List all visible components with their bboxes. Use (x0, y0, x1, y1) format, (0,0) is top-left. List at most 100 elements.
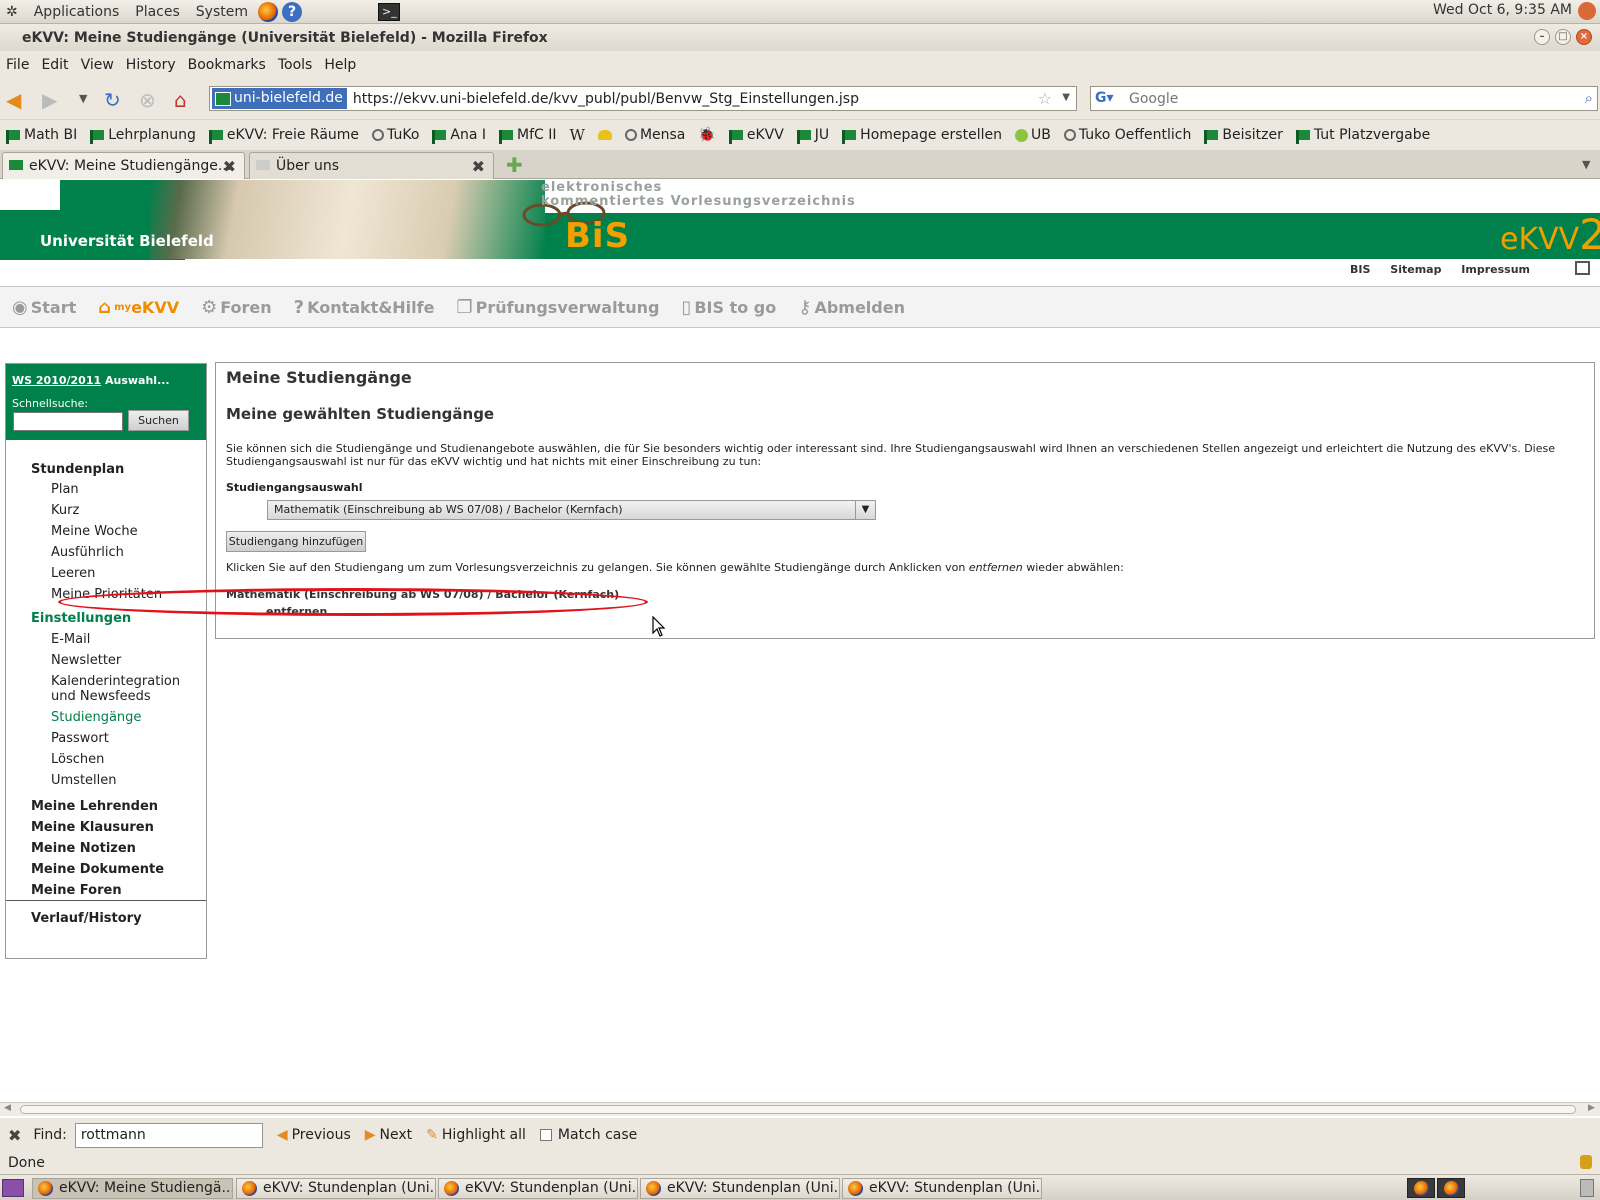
user-icon[interactable] (1578, 2, 1596, 20)
checkbox[interactable] (539, 1129, 552, 1141)
workspace-2-icon[interactable] (1437, 1178, 1465, 1198)
bookmark-star-icon[interactable]: ☆ (1038, 89, 1052, 108)
new-tab-icon[interactable]: ✚ (506, 153, 523, 177)
search-bar[interactable]: G▾ ⌕ (1090, 86, 1598, 111)
menu-file[interactable]: File (6, 57, 29, 73)
places-menu[interactable]: Places (135, 4, 180, 20)
trash-icon[interactable] (1580, 1179, 1594, 1197)
home-icon[interactable]: ⌂ (174, 88, 187, 112)
link-sitemap[interactable]: Sitemap (1390, 263, 1441, 276)
menu-tools[interactable]: Tools (278, 57, 313, 73)
bookmark-item[interactable]: Lehrplanung (90, 127, 196, 144)
taskbar-item[interactable]: eKVV: Meine Studiengä... (32, 1178, 233, 1199)
sidebar-meine-foren[interactable]: Meine Foren (31, 883, 122, 898)
search-magnifier-icon[interactable]: ⌕ (1585, 89, 1593, 107)
sidebar-item-leeren[interactable]: Leeren (51, 566, 95, 581)
menu-history[interactable]: History (126, 57, 176, 73)
taskbar-item[interactable]: eKVV: Stundenplan (Uni... (438, 1178, 638, 1199)
nav-pruefungsverwaltung[interactable]: ❐ Prüfungsverwaltung (456, 297, 659, 318)
sidebar-meine-lehrenden[interactable]: Meine Lehrenden (31, 799, 158, 814)
help-icon[interactable]: ? (282, 1, 302, 22)
bookmark-item[interactable]: Homepage erstellen (842, 127, 1002, 144)
sidebar-item-meine-woche[interactable]: Meine Woche (51, 524, 138, 539)
forward-icon[interactable]: ▶ (42, 88, 57, 112)
bookmark-item[interactable]: UB (1014, 127, 1051, 143)
bookmark-bug-icon[interactable]: 🐞 (698, 127, 715, 143)
sidebar-item-passwort[interactable]: Passwort (51, 731, 109, 746)
sidebar-stundenplan[interactable]: Stundenplan (31, 462, 124, 477)
nav-bis-to-go[interactable]: ▯ BIS to go (681, 297, 776, 318)
program-select[interactable]: Mathematik (Einschreibung ab WS 07/08) /… (267, 500, 876, 520)
bookmark-item[interactable]: Math BI (6, 127, 77, 144)
link-impressum[interactable]: Impressum (1461, 263, 1530, 276)
nav-abmelden[interactable]: ⚷ Abmelden (798, 297, 905, 318)
sidebar-item-ausfuehrlich[interactable]: Ausführlich (51, 545, 124, 560)
url-bar[interactable]: uni-bielefeld.de https://ekvv.uni-bielef… (209, 86, 1077, 111)
nav-foren[interactable]: ⚙ Foren (201, 297, 272, 318)
terminal-launcher-icon[interactable]: >_ (378, 2, 400, 21)
sidebar-item-loeschen[interactable]: Löschen (51, 752, 104, 767)
workspace-1-icon[interactable] (1407, 1178, 1435, 1198)
tab-meine-studiengaenge[interactable]: eKVV: Meine Studiengänge... ✖ (2, 152, 245, 179)
system-menu[interactable]: System (196, 4, 248, 20)
close-tab-icon[interactable]: ✖ (472, 157, 485, 176)
bis-logo[interactable]: BiS (565, 216, 630, 256)
search-button[interactable]: Suchen (128, 410, 189, 431)
chevron-down-icon[interactable]: ▼ (855, 501, 875, 519)
menu-edit[interactable]: Edit (41, 57, 68, 73)
bookmark-item[interactable]: Tut Platzvergabe (1295, 127, 1430, 144)
bookmark-wikipedia[interactable]: W (570, 126, 585, 144)
add-program-button[interactable]: Studiengang hinzufügen (226, 531, 366, 552)
find-previous-button[interactable]: ◀ Previous (277, 1127, 351, 1143)
maximize-icon[interactable]: □ (1555, 29, 1571, 45)
bookmark-item[interactable]: eKVV (728, 127, 784, 144)
link-bis[interactable]: BIS (1350, 263, 1370, 276)
bookmark-item[interactable]: JU (796, 127, 829, 144)
taskbar-item[interactable]: eKVV: Stundenplan (Uni... (640, 1178, 840, 1199)
url-text[interactable]: https://ekvv.uni-bielefeld.de/kvv_publ/p… (353, 91, 859, 107)
tab-list-icon[interactable]: ▼ (1582, 158, 1590, 171)
search-input[interactable] (1129, 90, 1549, 107)
url-dropdown-icon[interactable]: ▼ (1062, 92, 1070, 103)
bookmark-item[interactable]: Beisitzer (1204, 127, 1283, 144)
sidebar-item-kalenderintegration[interactable]: Kalenderintegration (51, 674, 180, 689)
sidebar-meine-dokumente[interactable]: Meine Dokumente (31, 862, 164, 877)
scroll-right-icon[interactable]: ▶ (1588, 1103, 1595, 1113)
bookmark-item[interactable]: MfC II (499, 127, 557, 144)
minimize-icon[interactable]: – (1534, 29, 1550, 45)
bookmark-item[interactable]: Mensa (624, 127, 685, 143)
menu-view[interactable]: View (81, 57, 114, 73)
find-next-button[interactable]: ▶ Next (365, 1127, 412, 1143)
sidebar-item-umstellen[interactable]: Umstellen (51, 773, 117, 788)
ubuntu-logo-icon[interactable]: ✲ (6, 4, 18, 20)
university-name[interactable]: Universität Bielefeld (40, 232, 214, 250)
nav-my-ekvv[interactable]: ⌂ my eKVV (98, 297, 179, 318)
match-case-checkbox[interactable]: Match case (539, 1127, 637, 1143)
google-engine-icon[interactable]: G▾ (1095, 90, 1114, 106)
show-desktop-icon[interactable] (2, 1179, 24, 1197)
sidebar-einstellungen[interactable]: Einstellungen (31, 611, 131, 626)
taskbar-item[interactable]: eKVV: Stundenplan (Uni... (236, 1178, 436, 1199)
close-window-icon[interactable]: × (1576, 29, 1592, 45)
horizontal-scrollbar[interactable]: ◀ ▶ (0, 1102, 1600, 1116)
semester-selector[interactable]: WS 2010/2011 Auswahl... (12, 374, 170, 387)
print-icon[interactable] (1575, 261, 1590, 275)
sidebar-item-kurz[interactable]: Kurz (51, 503, 79, 518)
site-identity-button[interactable]: uni-bielefeld.de (212, 88, 347, 109)
taskbar-item[interactable]: eKVV: Stundenplan (Uni... (842, 1178, 1042, 1199)
sidebar-verlauf-history[interactable]: Verlauf/History (31, 911, 142, 926)
scroll-left-icon[interactable]: ◀ (4, 1103, 11, 1113)
tab-ueber-uns[interactable]: Über uns ✖ (249, 152, 494, 179)
close-tab-icon[interactable]: ✖ (223, 157, 236, 176)
scrollbar-thumb[interactable] (20, 1105, 1576, 1114)
bookmark-yellow-icon[interactable] (597, 130, 612, 140)
sidebar-item-plan[interactable]: Plan (51, 482, 79, 497)
sidebar-item-newsletter[interactable]: Newsletter (51, 653, 121, 668)
back-icon[interactable]: ◀ (6, 88, 21, 112)
sidebar-meine-klausuren[interactable]: Meine Klausuren (31, 820, 154, 835)
sidebar-meine-notizen[interactable]: Meine Notizen (31, 841, 136, 856)
quicksearch-input[interactable] (13, 412, 123, 431)
sidebar-item-newsfeeds[interactable]: und Newsfeeds (51, 689, 151, 704)
applications-menu[interactable]: Applications (34, 4, 120, 20)
ekvv-logo[interactable]: eKVV2 (1500, 210, 1600, 259)
